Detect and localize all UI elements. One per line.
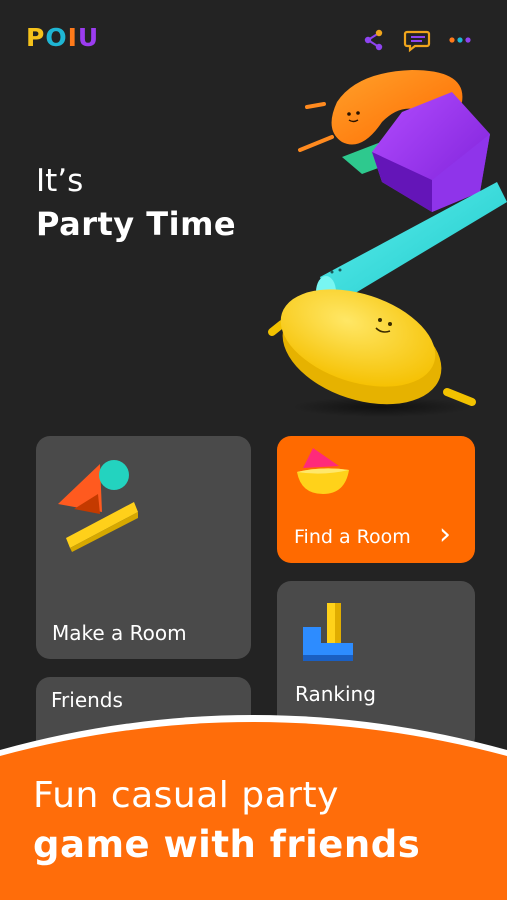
ranking-blocks-icon — [303, 603, 353, 661]
find-room-bowl-icon — [297, 448, 349, 494]
hero-title-line1: It’s — [36, 163, 84, 199]
logo-letter-o: O — [45, 23, 68, 52]
make-room-card[interactable]: Make a Room — [36, 436, 251, 659]
more-icon[interactable] — [448, 26, 476, 54]
chat-icon[interactable] — [403, 26, 431, 54]
app-logo: POIU — [26, 24, 99, 52]
promo-banner-line1: Fun casual party — [33, 775, 339, 816]
logo-letter-i: I — [67, 23, 78, 52]
make-room-shapes-icon — [58, 460, 138, 552]
find-room-card[interactable]: Find a Room › — [277, 436, 475, 563]
app-screen: POIU It’s Party Time Make a Room Find a … — [0, 0, 507, 900]
share-icon[interactable] — [360, 26, 388, 54]
find-room-label: Find a Room — [294, 526, 411, 548]
make-room-label: Make a Room — [52, 621, 187, 645]
party-characters-illustration — [268, 70, 507, 417]
promo-banner-line2: game with friends — [33, 823, 421, 866]
logo-letter-p: P — [26, 23, 46, 52]
logo-letter-u: U — [77, 23, 100, 52]
chevron-right-icon: › — [439, 517, 451, 552]
hero-title-line2: Party Time — [36, 205, 237, 243]
